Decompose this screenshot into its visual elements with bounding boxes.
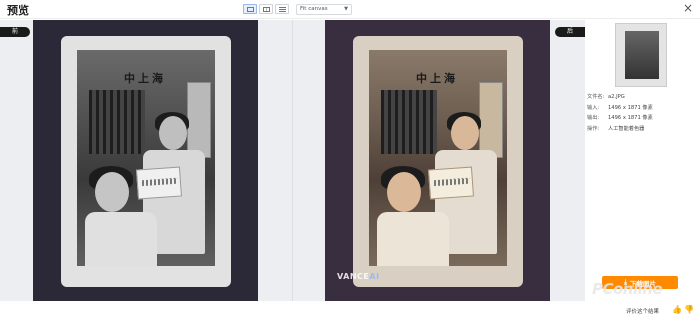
- pconline-watermark: PConline: [592, 280, 663, 298]
- view-mode-group: [243, 4, 289, 14]
- side-by-side-view-button[interactable]: [259, 4, 273, 14]
- vance-ai-watermark: VANCEAI: [337, 272, 380, 281]
- thumbs-down-icon[interactable]: 👎: [684, 305, 694, 315]
- fit-canvas-value: Fit canvas: [300, 6, 328, 12]
- before-image-frame[interactable]: 中上海: [33, 20, 258, 301]
- fullscreen-icon: [246, 6, 254, 12]
- fullscreen-view-button[interactable]: [243, 4, 257, 14]
- info-row-filename: 文件名: a2.JPG: [587, 94, 625, 100]
- close-icon[interactable]: ×: [683, 1, 693, 15]
- image-thumbnail[interactable]: [615, 23, 667, 87]
- colorized-photo: 中上海: [353, 36, 523, 287]
- after-image-frame[interactable]: 中上海 VANCEAI: [325, 20, 550, 301]
- thumbs-up-icon[interactable]: 👍: [672, 305, 682, 315]
- after-panel: 中上海 VANCEAI 后: [293, 20, 585, 301]
- window-bars: [89, 90, 145, 154]
- info-row-input: 输入: 1496 x 1871 像素: [587, 104, 653, 111]
- file-info: 文件名: a2.JPG 输入: 1496 x 1871 像素 输出: 1496 x 1…: [587, 92, 653, 134]
- preview-header: 预览 Fit canvas ▼ ×: [0, 0, 700, 19]
- original-photo: 中上海: [61, 36, 231, 287]
- slider-view-button[interactable]: [275, 4, 289, 14]
- shop-sign: 中上海: [416, 72, 458, 85]
- split-view-icon: [262, 6, 270, 12]
- book: [428, 166, 474, 200]
- after-label: 后: [555, 27, 585, 37]
- book: [136, 166, 182, 200]
- info-row-output: 输出: 1496 x 1871 像素: [587, 115, 653, 121]
- shop-sign: 中上海: [124, 72, 166, 85]
- window-bars: [381, 90, 437, 154]
- colorized-photo-content: 中上海: [369, 50, 507, 266]
- fit-canvas-select[interactable]: Fit canvas ▼: [296, 4, 352, 15]
- before-panel: 中上海 前: [0, 20, 292, 301]
- list-view-icon: [278, 6, 286, 12]
- page-title: 预览: [7, 4, 29, 17]
- original-photo-content: 中上海: [77, 50, 215, 266]
- chevron-down-icon: ▼: [344, 6, 348, 12]
- before-label: 前: [0, 27, 30, 37]
- feedback-text: 评价这个结果: [626, 309, 660, 315]
- info-row-operation: 操作: 人工智能着色器: [587, 125, 645, 132]
